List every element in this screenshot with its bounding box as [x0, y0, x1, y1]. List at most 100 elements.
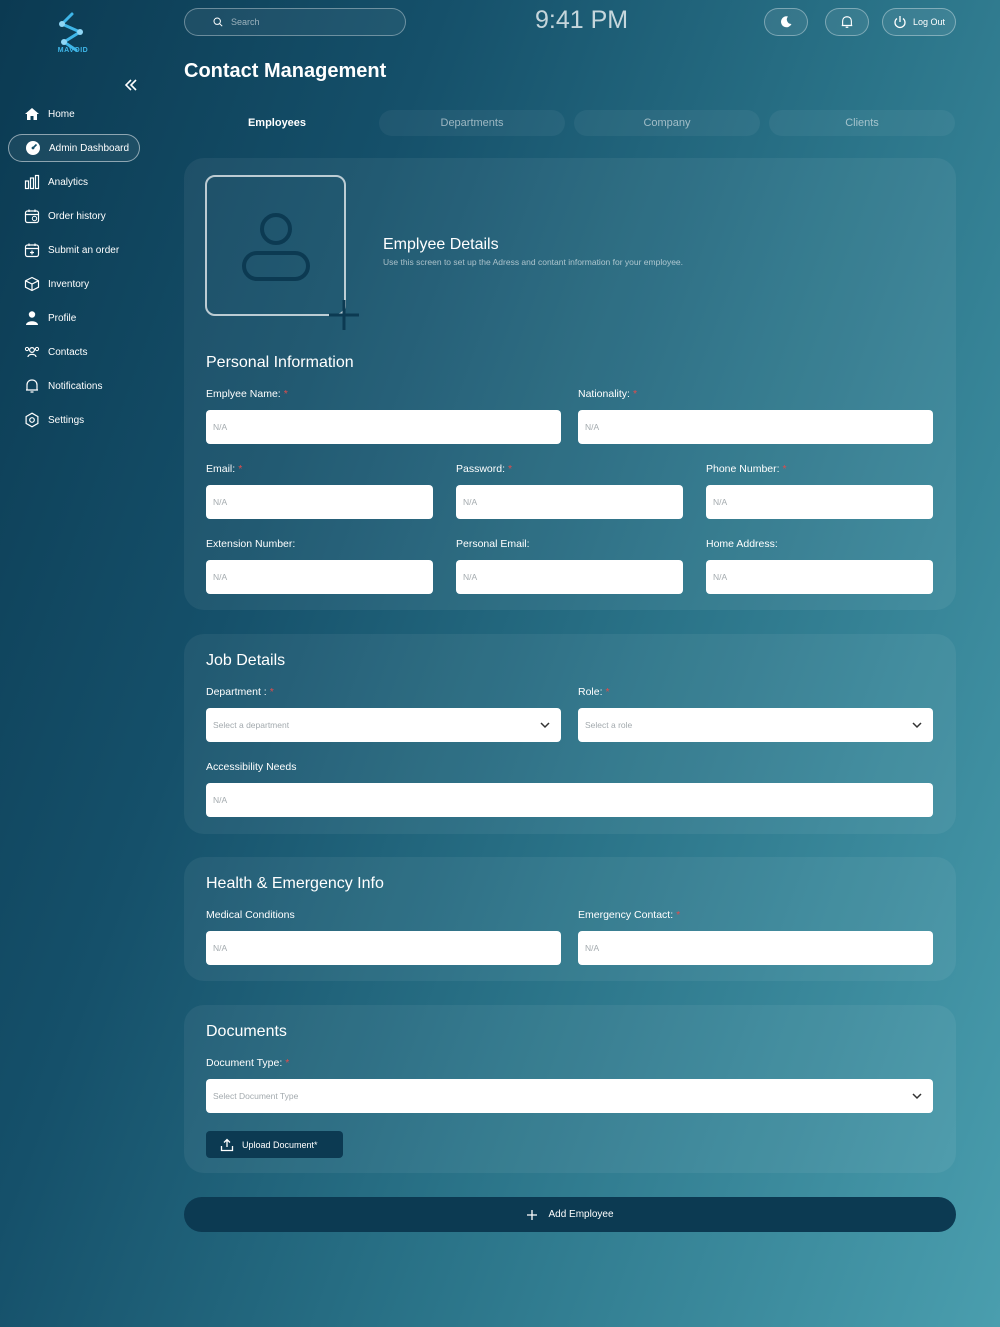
- sidebar: MAVOID Home Admin Dashboard Analytics Or…: [0, 0, 170, 1327]
- extension-label: Extension Number:: [206, 538, 296, 550]
- password-field[interactable]: [456, 485, 683, 519]
- department-placeholder: Select a department: [213, 720, 290, 730]
- emergency-contact-label: Emergency Contact: *: [578, 909, 681, 921]
- sidebar-item-label: Notifications: [48, 380, 103, 392]
- sidebar-item-notifications[interactable]: Notifications: [8, 372, 140, 400]
- personal-email-input[interactable]: [463, 572, 683, 582]
- emergency-contact-field[interactable]: [578, 931, 933, 965]
- clock: 9:41 PM: [535, 6, 629, 34]
- logout-button[interactable]: Log Out: [882, 8, 956, 36]
- page-title: Contact Management: [184, 60, 387, 82]
- add-photo-icon[interactable]: [326, 297, 362, 333]
- bell-icon: [24, 378, 40, 394]
- home-address-label: Home Address:: [706, 538, 778, 550]
- upload-document-label: Upload Document*: [242, 1139, 318, 1150]
- nationality-input[interactable]: [585, 422, 933, 432]
- search-bar[interactable]: [184, 8, 406, 36]
- sidebar-item-label: Inventory: [48, 278, 90, 290]
- home-address-field[interactable]: [706, 560, 933, 594]
- calendar-icon: [24, 208, 40, 224]
- tab-employees[interactable]: Employees: [184, 110, 370, 136]
- documents-title: Documents: [206, 1023, 287, 1040]
- sidebar-item-order-history[interactable]: Order history: [8, 202, 140, 230]
- details-title: Emplyee Details: [383, 236, 499, 253]
- sidebar-item-label: Home: [48, 108, 75, 120]
- sidebar-item-label: Settings: [48, 414, 85, 426]
- extension-field[interactable]: [206, 560, 433, 594]
- home-address-input[interactable]: [713, 572, 933, 582]
- personal-email-label: Personal Email:: [456, 538, 530, 550]
- chevron-down-icon: [912, 722, 922, 729]
- tab-departments[interactable]: Departments: [379, 110, 565, 136]
- upload-document-button[interactable]: Upload Document*: [206, 1131, 343, 1158]
- add-employee-label: Add Employee: [548, 1209, 614, 1220]
- personal-email-field[interactable]: [456, 560, 683, 594]
- medical-field[interactable]: [206, 931, 561, 965]
- phone-field[interactable]: [706, 485, 933, 519]
- role-label: Role: *: [578, 686, 610, 698]
- search-input[interactable]: [231, 17, 381, 27]
- sidebar-item-submit-order[interactable]: Submit an order: [8, 236, 140, 264]
- sidebar-item-home[interactable]: Home: [8, 100, 140, 128]
- password-label: Password: *: [456, 463, 513, 475]
- sidebar-item-analytics[interactable]: Analytics: [8, 168, 140, 196]
- chevron-down-icon: [912, 1093, 922, 1100]
- brand-name: MAVOID: [57, 47, 89, 54]
- document-type-placeholder: Select Document Type: [213, 1091, 299, 1101]
- dashboard-icon: [25, 140, 41, 156]
- tab-company[interactable]: Company: [574, 110, 760, 136]
- notifications-button[interactable]: [825, 8, 869, 36]
- calendar-add-icon: [24, 242, 40, 258]
- dark-mode-button[interactable]: [764, 8, 808, 36]
- sidebar-item-label: Admin Dashboard: [49, 142, 130, 154]
- email-field[interactable]: [206, 485, 433, 519]
- phone-input[interactable]: [713, 497, 933, 507]
- employee-name-field[interactable]: [206, 410, 561, 444]
- collapse-sidebar-icon[interactable]: [122, 76, 140, 94]
- sidebar-item-admin-dashboard[interactable]: Admin Dashboard: [8, 134, 140, 162]
- logout-label: Log Out: [912, 17, 946, 27]
- details-subtitle: Use this screen to set up the Adress and…: [383, 257, 684, 267]
- moon-icon: [780, 16, 792, 28]
- upload-icon: [220, 1138, 234, 1151]
- bell-icon: [841, 16, 853, 28]
- personal-info-title: Personal Information: [206, 354, 354, 371]
- password-input[interactable]: [463, 497, 683, 507]
- tab-clients[interactable]: Clients: [769, 110, 955, 136]
- sidebar-item-settings[interactable]: Settings: [8, 406, 140, 434]
- sidebar-item-label: Contacts: [48, 346, 88, 358]
- sidebar-item-profile[interactable]: Profile: [8, 304, 140, 332]
- sidebar-item-label: Submit an order: [48, 244, 120, 256]
- department-label: Department : *: [206, 686, 274, 698]
- sidebar-item-contacts[interactable]: Contacts: [8, 338, 140, 366]
- department-select[interactable]: Select a department: [206, 708, 561, 742]
- document-type-select[interactable]: Select Document Type: [206, 1079, 933, 1113]
- nationality-field[interactable]: [578, 410, 933, 444]
- add-employee-button[interactable]: Add Employee: [184, 1197, 956, 1232]
- email-input[interactable]: [213, 497, 433, 507]
- analytics-icon: [24, 174, 40, 190]
- sidebar-item-label: Profile: [48, 312, 77, 324]
- sidebar-item-inventory[interactable]: Inventory: [8, 270, 140, 298]
- box-icon: [24, 276, 40, 292]
- role-placeholder: Select a role: [585, 720, 633, 730]
- gear-icon: [24, 412, 40, 428]
- emergency-contact-input[interactable]: [585, 943, 933, 953]
- plus-icon: [527, 1209, 538, 1220]
- home-icon: [24, 106, 40, 122]
- employee-name-label: Emplyee Name: *: [206, 388, 288, 400]
- employee-name-input[interactable]: [213, 422, 561, 432]
- medical-label: Medical Conditions: [206, 909, 295, 921]
- power-icon: [894, 16, 906, 29]
- document-type-label: Document Type: *: [206, 1057, 290, 1069]
- photo-upload[interactable]: [205, 175, 346, 316]
- role-select[interactable]: Select a role: [578, 708, 933, 742]
- sidebar-item-label: Order history: [48, 210, 106, 222]
- medical-input[interactable]: [213, 943, 561, 953]
- accessibility-input[interactable]: [213, 795, 933, 805]
- phone-label: Phone Number: *: [706, 463, 787, 475]
- extension-input[interactable]: [213, 572, 433, 582]
- person-icon: [24, 310, 40, 326]
- accessibility-field[interactable]: [206, 783, 933, 817]
- email-label: Email: *: [206, 463, 243, 475]
